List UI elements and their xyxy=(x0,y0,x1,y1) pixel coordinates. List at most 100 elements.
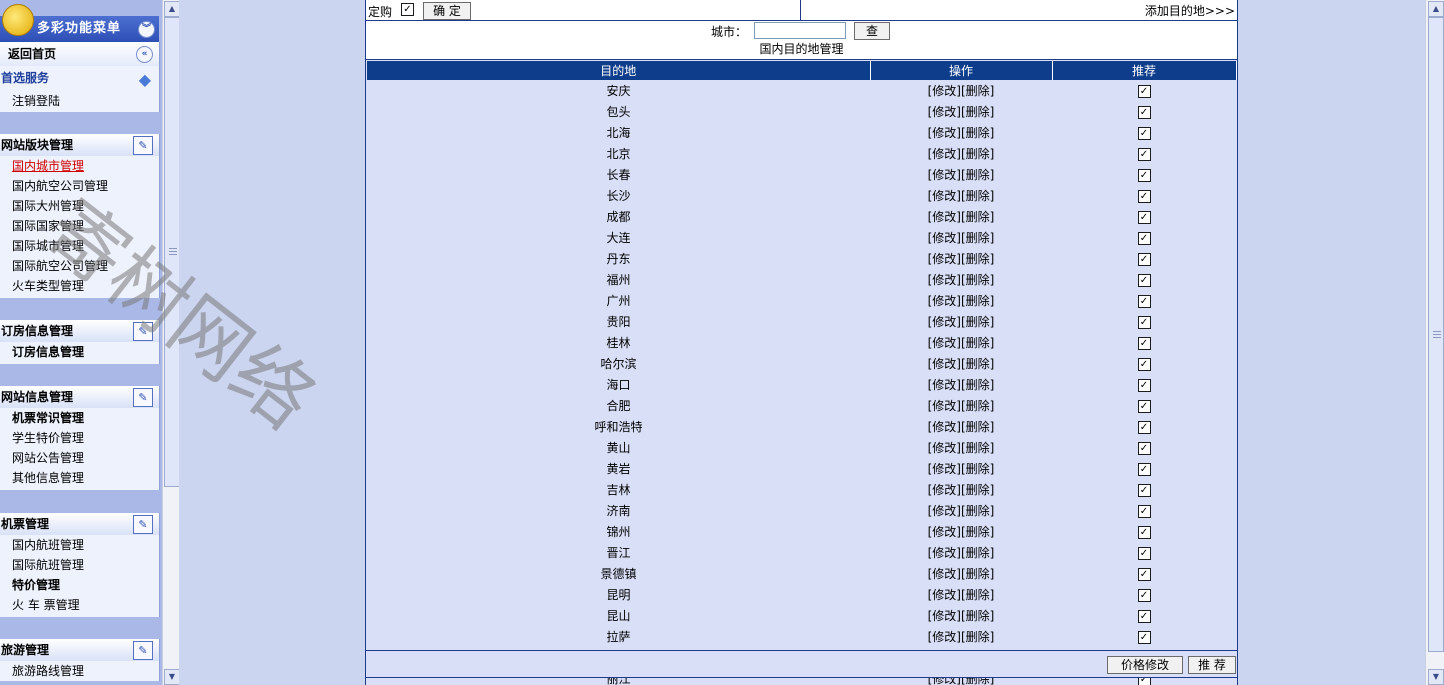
delete-link[interactable]: [删除] xyxy=(961,189,994,203)
sidebar-item-train-type[interactable]: 火车类型管理 xyxy=(0,276,159,298)
recommend-checkbox[interactable]: ✓ xyxy=(1137,379,1151,392)
edit-link[interactable]: [修改] xyxy=(928,588,961,602)
delete-link[interactable]: [删除] xyxy=(961,567,994,581)
city-input[interactable] xyxy=(754,22,846,39)
delete-link[interactable]: [删除] xyxy=(961,630,994,644)
edit-link[interactable]: [修改] xyxy=(928,567,961,581)
edit-link[interactable]: [修改] xyxy=(928,189,961,203)
delete-link[interactable]: [删除] xyxy=(961,210,994,224)
sidebar-item-ticket-knowledge[interactable]: 机票常识管理 xyxy=(0,408,159,428)
delete-link[interactable]: [删除] xyxy=(961,609,994,623)
edit-link[interactable]: [修改] xyxy=(928,336,961,350)
edit-link[interactable]: [修改] xyxy=(928,252,961,266)
delete-link[interactable]: [删除] xyxy=(961,315,994,329)
home-link[interactable]: 返回首页 « xyxy=(0,42,159,66)
recommend-checkbox[interactable]: ✓ xyxy=(1137,610,1151,623)
edit-link[interactable]: [修改] xyxy=(928,210,961,224)
delete-link[interactable]: [删除] xyxy=(961,441,994,455)
scrollbar-thumb[interactable] xyxy=(164,17,180,487)
recommend-checkbox[interactable]: ✓ xyxy=(1137,526,1151,539)
sidebar-item-train-ticket[interactable]: 火 车 票管理 xyxy=(0,595,159,617)
delete-link[interactable]: [删除] xyxy=(961,546,994,560)
group-heading[interactable]: 网站版块管理 ✎ xyxy=(0,134,159,156)
scrollbar-thumb[interactable] xyxy=(1428,17,1444,652)
order-checkbox[interactable]: ✓ xyxy=(401,3,414,16)
edit-link[interactable]: [修改] xyxy=(928,525,961,539)
sidebar-item-continent[interactable]: 国际大州管理 xyxy=(0,196,159,216)
scroll-down-icon[interactable]: ▼ xyxy=(164,669,180,685)
recommend-checkbox[interactable]: ✓ xyxy=(1137,631,1151,644)
edit-link[interactable]: [修改] xyxy=(928,126,961,140)
delete-link[interactable]: [删除] xyxy=(961,525,994,539)
recommend-checkbox[interactable]: ✓ xyxy=(1137,400,1151,413)
recommend-checkbox[interactable]: ✓ xyxy=(1137,442,1151,455)
recommend-checkbox[interactable]: ✓ xyxy=(1137,148,1151,161)
edit-link[interactable]: [修改] xyxy=(928,147,961,161)
edit-link[interactable]: [修改] xyxy=(928,84,961,98)
delete-link[interactable]: [删除] xyxy=(961,483,994,497)
sidebar-item-country[interactable]: 国际国家管理 xyxy=(0,216,159,236)
collapse-menu-icon[interactable]: ︾ xyxy=(138,21,155,38)
group-heading[interactable]: 旅游管理 ✎ xyxy=(0,639,159,661)
recommend-checkbox[interactable]: ✓ xyxy=(1137,127,1151,140)
delete-link[interactable]: [删除] xyxy=(961,273,994,287)
logout-link[interactable]: 注销登陆 xyxy=(0,90,159,112)
recommend-checkbox[interactable]: ✓ xyxy=(1137,106,1151,119)
recommend-checkbox[interactable]: ✓ xyxy=(1137,337,1151,350)
recommend-checkbox[interactable]: ✓ xyxy=(1137,547,1151,560)
recommend-checkbox[interactable]: ✓ xyxy=(1137,358,1151,371)
delete-link[interactable]: [删除] xyxy=(961,504,994,518)
recommend-checkbox[interactable]: ✓ xyxy=(1137,421,1151,434)
delete-link[interactable]: [删除] xyxy=(961,294,994,308)
price-edit-button[interactable]: 价格修改 xyxy=(1107,656,1183,674)
edit-link[interactable]: [修改] xyxy=(928,273,961,287)
edit-link[interactable]: [修改] xyxy=(928,168,961,182)
recommend-button[interactable]: 推 荐 xyxy=(1188,656,1236,674)
edit-link[interactable]: [修改] xyxy=(928,378,961,392)
scroll-down-icon[interactable]: ▼ xyxy=(1428,669,1444,685)
main-scrollbar[interactable]: ▲ ▼ xyxy=(1425,0,1444,685)
edit-link[interactable]: [修改] xyxy=(928,546,961,560)
edit-link[interactable]: [修改] xyxy=(928,105,961,119)
recommend-checkbox[interactable]: ✓ xyxy=(1137,253,1151,266)
recommend-checkbox[interactable]: ✓ xyxy=(1137,274,1151,287)
edit-link[interactable]: [修改] xyxy=(928,399,961,413)
delete-link[interactable]: [删除] xyxy=(961,378,994,392)
delete-link[interactable]: [删除] xyxy=(961,462,994,476)
recommend-checkbox[interactable]: ✓ xyxy=(1137,568,1151,581)
delete-link[interactable]: [删除] xyxy=(961,357,994,371)
sidebar-item-booking-info[interactable]: 订房信息管理 xyxy=(0,342,159,364)
delete-link[interactable]: [删除] xyxy=(961,420,994,434)
edit-link[interactable]: [修改] xyxy=(928,294,961,308)
sidebar-item-travel-route[interactable]: 旅游路线管理 xyxy=(0,661,159,681)
delete-link[interactable]: [删除] xyxy=(961,147,994,161)
confirm-button[interactable]: 确 定 xyxy=(423,2,471,20)
edit-link[interactable]: [修改] xyxy=(928,231,961,245)
recommend-checkbox[interactable]: ✓ xyxy=(1137,316,1151,329)
delete-link[interactable]: [删除] xyxy=(961,252,994,266)
recommend-checkbox[interactable]: ✓ xyxy=(1137,211,1151,224)
sidebar-item-domestic-airline[interactable]: 国内航空公司管理 xyxy=(0,176,159,196)
scroll-up-icon[interactable]: ▲ xyxy=(164,1,180,17)
recommend-checkbox[interactable]: ✓ xyxy=(1137,190,1151,203)
delete-link[interactable]: [删除] xyxy=(961,105,994,119)
group-heading[interactable]: 机票管理 ✎ xyxy=(0,513,159,535)
edit-link[interactable]: [修改] xyxy=(928,357,961,371)
recommend-checkbox[interactable]: ✓ xyxy=(1137,295,1151,308)
edit-link[interactable]: [修改] xyxy=(928,630,961,644)
sidebar-item-domestic-city[interactable]: 国内城市管理 xyxy=(0,156,159,176)
edit-link[interactable]: [修改] xyxy=(928,315,961,329)
sidebar-item-intl-city[interactable]: 国际城市管理 xyxy=(0,236,159,256)
sidebar-item-student-special[interactable]: 学生特价管理 xyxy=(0,428,159,448)
recommend-checkbox[interactable]: ✓ xyxy=(1137,589,1151,602)
recommend-checkbox[interactable]: ✓ xyxy=(1137,484,1151,497)
recommend-checkbox[interactable]: ✓ xyxy=(1137,85,1151,98)
add-destination-link[interactable]: 添加目的地>>> xyxy=(1145,2,1235,19)
sidebar-item-other-info[interactable]: 其他信息管理 xyxy=(0,468,159,490)
sidebar-item-intl-flight[interactable]: 国际航班管理 xyxy=(0,555,159,575)
recommend-checkbox[interactable]: ✓ xyxy=(1137,505,1151,518)
edit-link[interactable]: [修改] xyxy=(928,483,961,497)
sidebar-item-announcement[interactable]: 网站公告管理 xyxy=(0,448,159,468)
edit-link[interactable]: [修改] xyxy=(928,420,961,434)
delete-link[interactable]: [删除] xyxy=(961,399,994,413)
